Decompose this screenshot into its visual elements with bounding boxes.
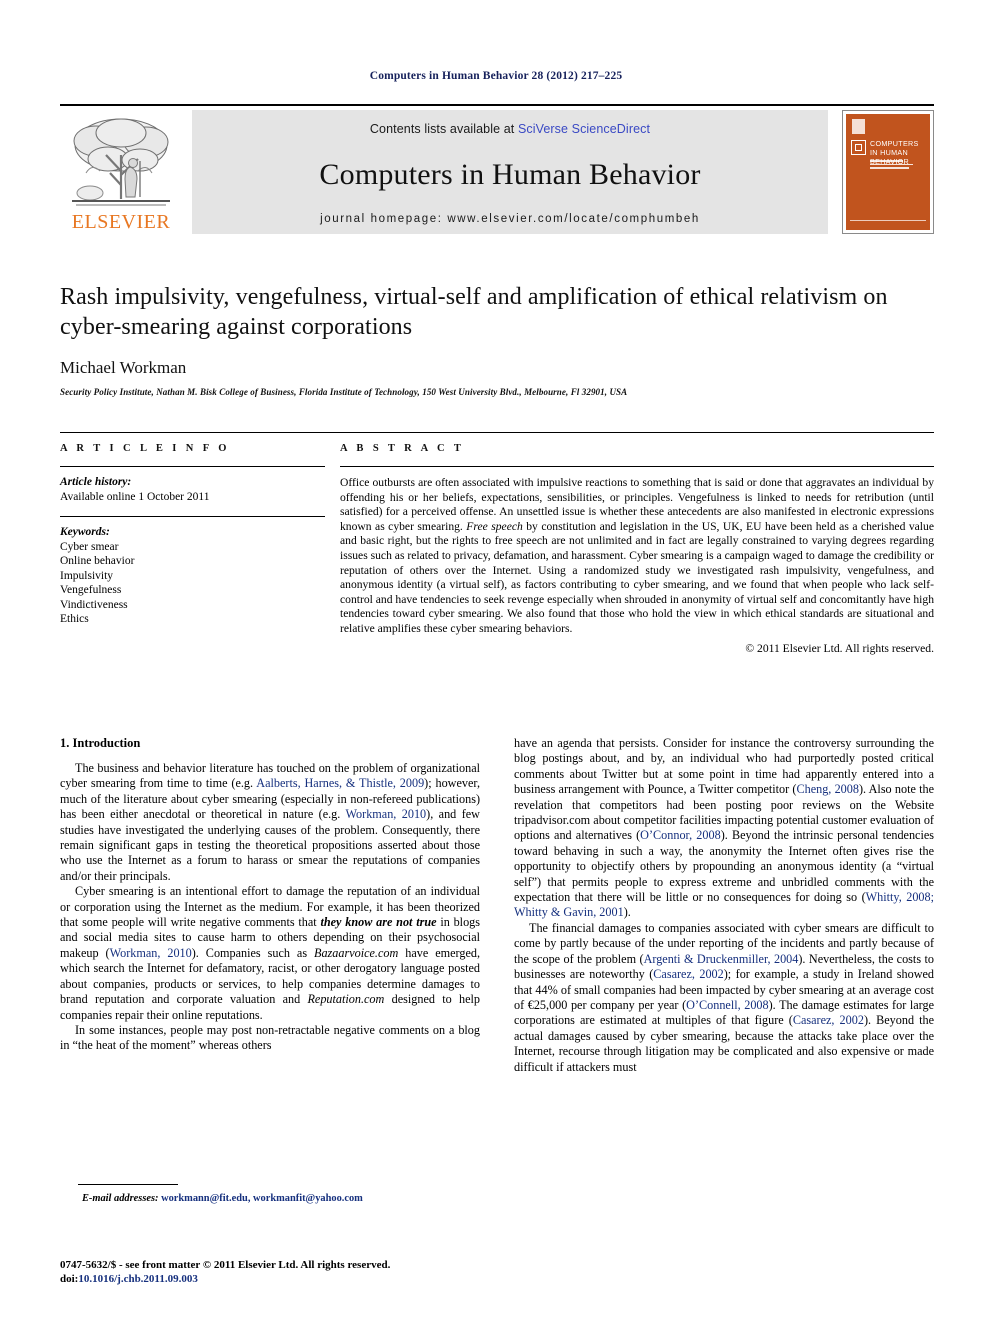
keywords-list: Cyber smear Online behavior Impulsivity …: [60, 540, 325, 628]
doi-link[interactable]: 10.1016/j.chb.2011.09.003: [78, 1273, 197, 1285]
article-history-group: Article history: Available online 1 Octo…: [60, 475, 325, 504]
elsevier-logo: ELSEVIER: [60, 110, 182, 234]
cover-publisher-mark: [852, 119, 865, 134]
keyword-item: Cyber smear: [60, 540, 119, 553]
doi-line: doi:10.1016/j.chb.2011.09.003: [60, 1272, 560, 1286]
keyword-item: Online behavior: [60, 555, 135, 568]
citation-link[interactable]: Casarez, 2002: [653, 967, 723, 981]
citation-link[interactable]: Casarez, 2002: [793, 1013, 864, 1027]
contents-prefix: Contents lists available at: [369, 122, 518, 136]
email-addresses[interactable]: workmann@fit.edu, workmanfit@yahoo.com: [158, 1193, 363, 1204]
issn-front-matter-line: 0747-5632/$ - see front matter © 2011 El…: [60, 1259, 391, 1271]
article-author: Michael Workman: [60, 358, 187, 377]
text-run: ). Companies such as: [191, 945, 315, 960]
paragraph-right-2: The financial damages to companies assoc…: [514, 921, 934, 1075]
info-rule-mid: [60, 516, 325, 517]
keyword-item: Ethics: [60, 613, 89, 626]
running-head: Computers in Human Behavior 28 (2012) 21…: [369, 70, 623, 82]
cover-rule: [850, 220, 926, 221]
abstract-rule-top: [340, 466, 934, 467]
keyword-item: Impulsivity: [60, 569, 114, 582]
email-label: E-mail addresses:: [82, 1193, 159, 1204]
emphasis-italic: Reputation.com: [307, 992, 385, 1007]
emphasis-bold-italic: they know are not true: [320, 915, 437, 930]
paragraph-left-1: The business and behavior literature has…: [60, 761, 480, 884]
cover-badge-icon: [851, 140, 866, 155]
citation-link[interactable]: Cheng, 2008: [796, 782, 858, 796]
article-history-value: Available online 1 October 2011: [60, 490, 210, 503]
journal-banner-center: Contents lists available at SciVerse Sci…: [192, 110, 828, 234]
title-block: Rash impulsivity, vengefulness, virtual-…: [60, 282, 934, 397]
abstract-copyright: © 2011 Elsevier Ltd. All rights reserved…: [745, 641, 934, 655]
abstract-heading: A B S T R A C T: [340, 443, 465, 454]
journal-cover-thumbnail[interactable]: COMPUTERS IN HUMAN BEHAVIOR: [842, 110, 934, 234]
citation-link[interactable]: Argenti & Druckenmiller, 2004: [644, 952, 799, 966]
article-history-label: Article history:: [60, 476, 132, 488]
cover-subtext-lines: [870, 160, 924, 171]
body-columns: 1. Introduction The business and behavio…: [60, 736, 934, 1075]
keyword-item: Vindictiveness: [60, 598, 128, 611]
elsevier-tree-icon: [66, 115, 176, 211]
keywords-label: Keywords:: [60, 526, 110, 538]
sciencedirect-link[interactable]: SciVerse ScienceDirect: [518, 122, 650, 136]
article-info-column: A R T I C L E I N F O Article history: A…: [60, 443, 325, 655]
colophon: 0747-5632/$ - see front matter © 2011 El…: [60, 1258, 560, 1286]
journal-title: Computers in Human Behavior: [319, 157, 701, 191]
paragraph-left-3: In some instances, people may post non-r…: [60, 1022, 480, 1053]
article-title: Rash impulsivity, vengefulness, virtual-…: [60, 284, 888, 340]
abstract-italic-free-speech: Free speech: [466, 519, 523, 533]
footnote-text: E-mail addresses: workmann@fit.edu, work…: [82, 1192, 480, 1205]
contents-list-line: Contents lists available at SciVerse Sci…: [370, 122, 650, 136]
citation-link[interactable]: O’Connell, 2008: [686, 998, 768, 1012]
citation-link[interactable]: Workman, 2010: [110, 946, 192, 960]
info-abstract-section: A R T I C L E I N F O Article history: A…: [60, 432, 934, 655]
keyword-item: Vengefulness: [60, 584, 122, 597]
emphasis-italic: Bazaarvoice.com: [314, 945, 399, 960]
email-footnote: E-mail addresses: workmann@fit.edu, work…: [60, 1184, 480, 1205]
journal-banner: ELSEVIER Contents lists available at Sci…: [60, 104, 934, 234]
left-column: 1. Introduction The business and behavio…: [60, 736, 480, 1075]
section-title-introduction: 1. Introduction: [60, 736, 141, 750]
article-info-heading: A R T I C L E I N F O: [60, 443, 230, 454]
doi-label: doi:: [60, 1273, 79, 1285]
abstract-part-2: by constitution and legislation in the U…: [340, 519, 934, 635]
right-column: have an agenda that persists. Consider f…: [514, 736, 934, 1075]
paragraph-right-1: have an agenda that persists. Consider f…: [514, 736, 934, 921]
elsevier-wordmark: ELSEVIER: [71, 211, 171, 233]
author-affiliation: Security Policy Institute, Nathan M. Bis…: [60, 387, 628, 397]
abstract-column: A B S T R A C T Office outbursts are oft…: [340, 443, 934, 655]
text-run: ).: [623, 905, 631, 920]
article-page: Computers in Human Behavior 28 (2012) 21…: [0, 0, 992, 1323]
journal-homepage[interactable]: journal homepage: www.elsevier.com/locat…: [320, 213, 700, 225]
info-rule-top: [60, 466, 325, 467]
paragraph-left-2: Cyber smearing is an intentional effort …: [60, 884, 480, 1023]
citation-link[interactable]: Workman, 2010: [346, 807, 427, 821]
citation-link[interactable]: Aalberts, Harnes, & Thistle, 2009: [256, 776, 424, 790]
citation-link[interactable]: O’Connor, 2008: [640, 828, 721, 842]
footnote-divider: [78, 1184, 178, 1185]
abstract-text: Office outbursts are often associated wi…: [340, 476, 934, 637]
keywords-group: Keywords: Cyber smear Online behavior Im…: [60, 525, 325, 627]
